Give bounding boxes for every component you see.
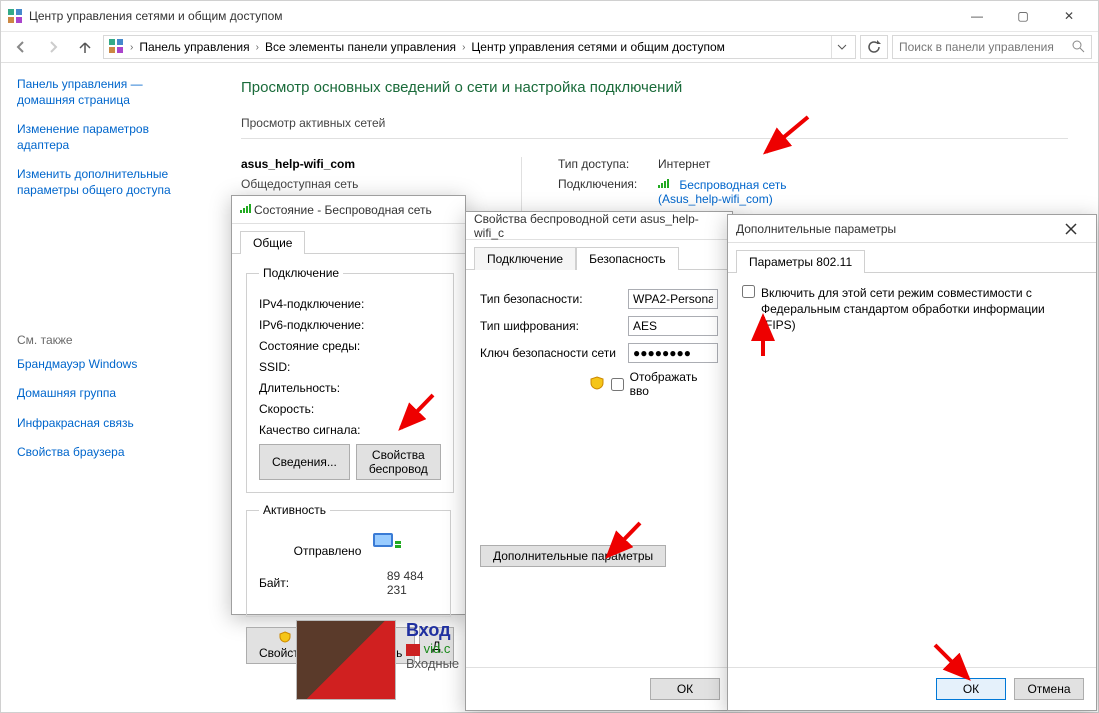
- search-icon: [1071, 39, 1085, 56]
- access-type-value: Интернет: [658, 157, 710, 171]
- chevron-right-icon: ›: [254, 42, 261, 53]
- search-input[interactable]: Поиск в панели управления: [892, 35, 1092, 59]
- search-placeholder: Поиск в панели управления: [899, 40, 1054, 54]
- app-icon: [7, 8, 23, 24]
- connection-legend: Подключение: [259, 266, 343, 280]
- security-type-select[interactable]: [628, 289, 718, 309]
- connection-link[interactable]: Беспроводная сеть(Asus_help-wifi_com): [658, 178, 787, 206]
- link-browser[interactable]: Свойства браузера: [17, 445, 195, 461]
- ipv6-label: IPv6-подключение:: [259, 318, 409, 332]
- network-profile: Общедоступная сеть: [241, 177, 358, 191]
- connection-group: Подключение IPv4-подключение: IPv6-подкл…: [246, 266, 454, 493]
- connections-label: Подключения:: [558, 177, 658, 206]
- properties-dialog: Свойства беспроводной сети asus_help-wif…: [465, 211, 733, 711]
- crumb-all[interactable]: Все элементы панели управления: [265, 40, 456, 54]
- breadcrumb-dropdown[interactable]: [831, 35, 851, 59]
- bytes-sent-value: 89 484 231: [387, 569, 438, 597]
- minimize-button[interactable]: —: [954, 1, 1000, 31]
- link-firewall[interactable]: Брандмауэр Windows: [17, 357, 195, 373]
- advanced-settings-button[interactable]: Дополнительные параметры: [480, 545, 666, 567]
- link-advanced-sharing[interactable]: Изменить дополнительные параметры общего…: [17, 167, 195, 198]
- chevron-right-icon: ›: [128, 42, 135, 53]
- sent-label: Отправлено: [294, 544, 362, 558]
- ok-button[interactable]: ОК: [650, 678, 720, 700]
- tab-connection[interactable]: Подключение: [474, 247, 576, 270]
- sidebar: Панель управления — домашняя страница Из…: [1, 63, 211, 712]
- encryption-type-select[interactable]: [628, 316, 718, 336]
- pc-icon: [371, 544, 403, 558]
- forward-button[interactable]: [39, 34, 67, 60]
- fips-checkbox[interactable]: [742, 285, 755, 298]
- encryption-type-label: Тип шифрования:: [480, 319, 628, 333]
- ipv4-label: IPv4-подключение:: [259, 297, 409, 311]
- maximize-button[interactable]: ▢: [1000, 1, 1046, 31]
- ad-thumbnail[interactable]: [296, 620, 396, 700]
- ad-title[interactable]: Вход: [406, 620, 451, 640]
- crumb-net[interactable]: Центр управления сетями и общим доступом: [471, 40, 725, 54]
- cp-icon: [108, 38, 124, 57]
- network-name: asus_help-wifi_com: [241, 157, 521, 171]
- status-dialog: Состояние - Беспроводная сеть Общие Подк…: [231, 195, 466, 615]
- link-infrared[interactable]: Инфракрасная связь: [17, 416, 195, 432]
- close-button[interactable]: ✕: [1046, 1, 1092, 31]
- ssid-label: SSID:: [259, 360, 409, 374]
- properties-dialog-title: Свойства беспроводной сети asus_help-wif…: [474, 212, 724, 240]
- signal-quality-label: Качество сигнала:: [259, 423, 409, 437]
- back-button[interactable]: [7, 34, 35, 60]
- close-button[interactable]: [1054, 219, 1088, 239]
- tab-general[interactable]: Общие: [240, 231, 305, 254]
- status-dialog-title: Состояние - Беспроводная сеть: [254, 203, 457, 217]
- page-title: Просмотр основных сведений о сети и наст…: [241, 79, 1068, 96]
- active-networks-label: Просмотр активных сетей: [241, 116, 1068, 130]
- wifi-icon: [240, 202, 254, 217]
- wifi-icon: [658, 177, 672, 192]
- see-also-label: См. также: [17, 333, 195, 347]
- media-state-label: Состояние среды:: [259, 339, 409, 353]
- link-cp-home[interactable]: Панель управления — домашняя страница: [17, 77, 195, 108]
- access-type-label: Тип доступа:: [558, 157, 658, 171]
- link-adapter-settings[interactable]: Изменение параметров адаптера: [17, 122, 195, 153]
- link-homegroup[interactable]: Домашняя группа: [17, 386, 195, 402]
- ad-subtitle: Входные: [406, 656, 459, 671]
- fips-label: Включить для этой сети режим совместимос…: [761, 285, 1082, 334]
- activity-group: Активность Отправлено Байт:89 484 231: [246, 503, 451, 617]
- window-title: Центр управления сетями и общим доступом: [29, 9, 954, 23]
- security-type-label: Тип безопасности:: [480, 292, 628, 306]
- shield-icon: [279, 631, 291, 646]
- cancel-button[interactable]: Отмена: [1014, 678, 1084, 700]
- refresh-button[interactable]: [860, 35, 888, 59]
- crumb-cp[interactable]: Панель управления: [139, 40, 249, 54]
- security-key-label: Ключ безопасности сети: [480, 346, 628, 360]
- speed-label: Скорость:: [259, 402, 409, 416]
- divider: [241, 138, 1068, 139]
- tab-80211[interactable]: Параметры 802.11: [736, 250, 865, 273]
- ad-banner: Вход vid.c Входные: [296, 620, 459, 700]
- security-key-input[interactable]: [628, 343, 718, 363]
- chevron-right-icon: ›: [460, 42, 467, 53]
- shield-icon: [590, 376, 604, 393]
- status-dialog-titlebar: Состояние - Беспроводная сеть: [232, 196, 465, 224]
- advanced-dialog-title: Дополнительные параметры: [736, 222, 1054, 236]
- titlebar: Центр управления сетями и общим доступом…: [1, 1, 1098, 31]
- details-button[interactable]: Сведения...: [259, 444, 350, 480]
- advanced-dialog-titlebar: Дополнительные параметры: [728, 215, 1096, 243]
- ad-domain: vid.c: [406, 641, 450, 656]
- show-characters-label: Отображать вво: [630, 370, 718, 398]
- bytes-label: Байт:: [259, 576, 387, 590]
- duration-label: Длительность:: [259, 381, 409, 395]
- tab-security[interactable]: Безопасность: [576, 247, 679, 270]
- up-button[interactable]: [71, 34, 99, 60]
- wireless-properties-button[interactable]: Свойства беспровод: [356, 444, 441, 480]
- breadcrumb[interactable]: › Панель управления › Все элементы панел…: [103, 35, 856, 59]
- toolbar: › Панель управления › Все элементы панел…: [1, 31, 1098, 63]
- ok-button[interactable]: ОК: [936, 678, 1006, 700]
- advanced-dialog: Дополнительные параметры Параметры 802.1…: [727, 214, 1097, 711]
- show-characters-checkbox[interactable]: [611, 378, 624, 391]
- properties-dialog-titlebar: Свойства беспроводной сети asus_help-wif…: [466, 212, 732, 240]
- activity-legend: Активность: [259, 503, 330, 517]
